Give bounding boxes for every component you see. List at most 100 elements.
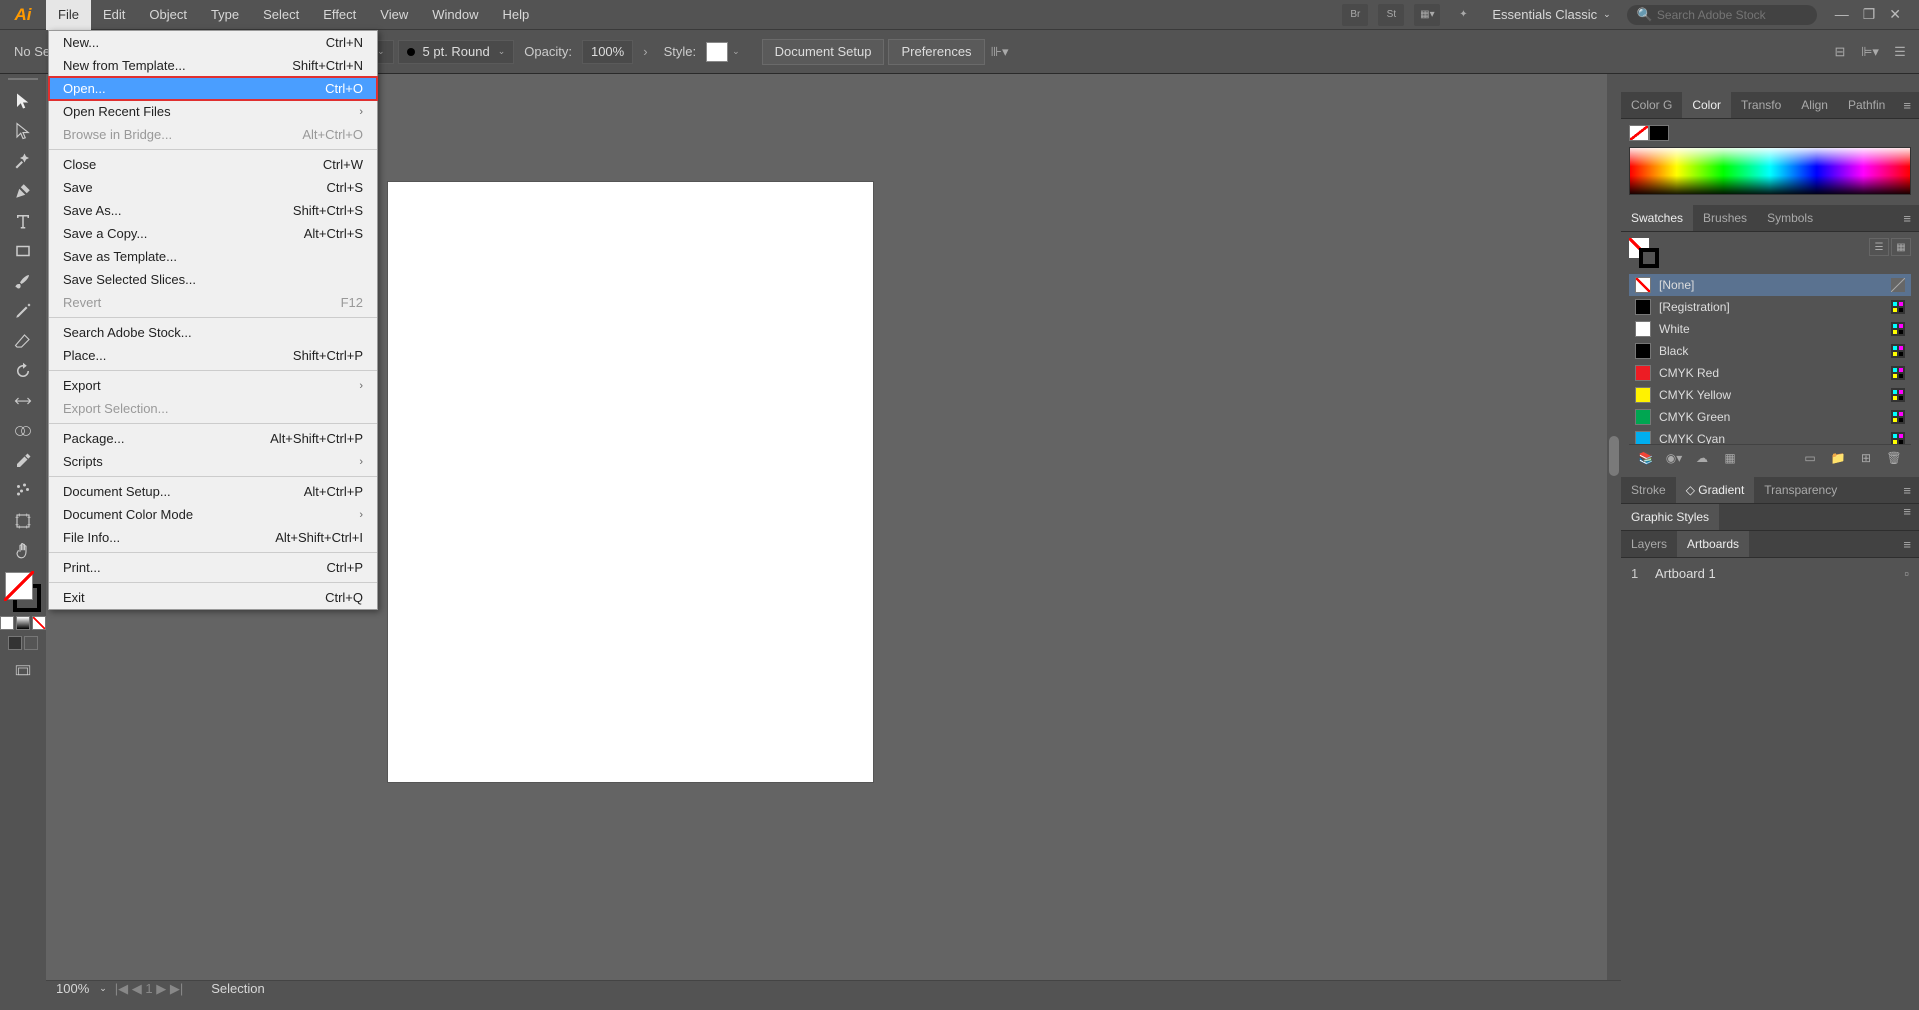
file-menu-open-[interactable]: Open...Ctrl+O xyxy=(49,77,377,100)
menu-select[interactable]: Select xyxy=(251,0,311,30)
vertical-scrollbar[interactable] xyxy=(1607,74,1621,980)
menu-view[interactable]: View xyxy=(368,0,420,30)
file-menu-save[interactable]: SaveCtrl+S xyxy=(49,176,377,199)
minimize-icon[interactable]: — xyxy=(1835,6,1849,23)
screen-mode-icon[interactable] xyxy=(8,636,22,650)
tab-transparency[interactable]: Transparency xyxy=(1754,477,1847,503)
file-menu-new-from-template-[interactable]: New from Template...Shift+Ctrl+N xyxy=(49,54,377,77)
stock-icon[interactable]: St xyxy=(1378,4,1404,26)
snap-icon[interactable]: ⊟ xyxy=(1829,42,1851,62)
swatch-cmyk-red[interactable]: CMYK Red xyxy=(1629,362,1911,384)
style-swatch[interactable] xyxy=(706,42,728,62)
list-view-icon[interactable]: ☰ xyxy=(1869,238,1889,256)
gradient-mode-icon[interactable] xyxy=(16,616,30,630)
change-screen-mode[interactable] xyxy=(5,656,41,686)
hand-tool[interactable] xyxy=(5,536,41,566)
gpu-icon[interactable]: ✦ xyxy=(1450,4,1476,26)
panel-menu-icon[interactable]: ≡ xyxy=(1895,211,1919,226)
file-menu-file-info-[interactable]: File Info...Alt+Shift+Ctrl+I xyxy=(49,526,377,549)
close-icon[interactable]: ✕ xyxy=(1889,6,1901,23)
panel-grip[interactable] xyxy=(8,78,38,82)
fill-color-box[interactable] xyxy=(5,572,33,600)
tab-artboards[interactable]: Artboards xyxy=(1677,531,1749,557)
swatch--none-[interactable]: [None] xyxy=(1629,274,1911,296)
menu-object[interactable]: Object xyxy=(137,0,199,30)
direct-selection-tool[interactable] xyxy=(5,116,41,146)
menu-effect[interactable]: Effect xyxy=(311,0,368,30)
file-menu-package-[interactable]: Package...Alt+Shift+Ctrl+P xyxy=(49,427,377,450)
panel-menu-icon[interactable]: ≡ xyxy=(1895,537,1919,552)
panel-menu-icon[interactable]: ≡ xyxy=(1895,483,1919,498)
color-spectrum[interactable] xyxy=(1629,147,1911,195)
bridge-icon[interactable]: Br xyxy=(1342,4,1368,26)
new-icon[interactable]: ⊞ xyxy=(1855,449,1877,467)
swatch-options-icon[interactable]: ☁ xyxy=(1691,449,1713,467)
tab-stroke[interactable]: Stroke xyxy=(1621,477,1676,503)
rectangle-tool[interactable] xyxy=(5,236,41,266)
opacity-expand-icon[interactable]: › xyxy=(637,44,653,59)
file-menu-open-recent-files[interactable]: Open Recent Files› xyxy=(49,100,377,123)
file-menu-search-adobe-stock-[interactable]: Search Adobe Stock... xyxy=(49,321,377,344)
file-menu-scripts[interactable]: Scripts› xyxy=(49,450,377,473)
file-menu-save-selected-slices-[interactable]: Save Selected Slices... xyxy=(49,268,377,291)
zoom-level[interactable]: 100% xyxy=(46,981,99,996)
magic-wand-tool[interactable] xyxy=(5,146,41,176)
chevron-down-icon[interactable]: ⌄ xyxy=(732,46,740,57)
swatch-cmyk-green[interactable]: CMYK Green xyxy=(1629,406,1911,428)
menu-edit[interactable]: Edit xyxy=(91,0,137,30)
artboard-row[interactable]: 1Artboard 1▫ xyxy=(1621,562,1919,585)
panel-menu-icon[interactable]: ≡ xyxy=(1895,504,1919,530)
swatch-cmyk-cyan[interactable]: CMYK Cyan xyxy=(1629,428,1911,444)
workspace-switcher[interactable]: Essentials Classic ⌄ xyxy=(1486,7,1616,22)
none-chip[interactable] xyxy=(1629,125,1649,141)
type-tool[interactable] xyxy=(5,206,41,236)
black-chip[interactable] xyxy=(1649,125,1669,141)
width-tool[interactable] xyxy=(5,386,41,416)
menu-file[interactable]: File xyxy=(46,0,91,30)
file-menu-export[interactable]: Export› xyxy=(49,374,377,397)
align-to-icon[interactable]: ⊪▾ xyxy=(989,42,1011,62)
swatch-black[interactable]: Black xyxy=(1629,340,1911,362)
paintbrush-tool[interactable] xyxy=(5,266,41,296)
file-menu-print-[interactable]: Print...Ctrl+P xyxy=(49,556,377,579)
swatch-kinds-icon[interactable]: ◉▾ xyxy=(1663,449,1685,467)
tab-layers[interactable]: Layers xyxy=(1621,531,1677,557)
file-menu-new-[interactable]: New...Ctrl+N xyxy=(49,31,377,54)
screen-mode-icon[interactable] xyxy=(24,636,38,650)
opacity-field[interactable]: 100% xyxy=(582,40,633,64)
artboard-tool[interactable] xyxy=(5,506,41,536)
horizontal-scrollbar[interactable]: 100% ⌄ |◀ ◀ 1 ▶ ▶| Selection xyxy=(46,980,1621,996)
rotate-tool[interactable] xyxy=(5,356,41,386)
tab-gradient[interactable]: ◇ Gradient xyxy=(1676,477,1755,503)
swatch-libraries-icon[interactable]: 📚 xyxy=(1635,449,1657,467)
file-menu-place-[interactable]: Place...Shift+Ctrl+P xyxy=(49,344,377,367)
new-swatch-icon[interactable]: ▭ xyxy=(1799,449,1821,467)
none-mode-icon[interactable] xyxy=(32,616,46,630)
tab-color-g[interactable]: Color G xyxy=(1621,92,1682,118)
swatch-fill-stroke[interactable] xyxy=(1629,238,1659,268)
arrange-docs-icon[interactable]: ▦▾ xyxy=(1414,4,1440,26)
pen-tool[interactable] xyxy=(5,176,41,206)
color-mode-icon[interactable] xyxy=(0,616,14,630)
panel-menu-icon[interactable]: ≡ xyxy=(1895,98,1919,113)
tab-color[interactable]: Color xyxy=(1682,92,1731,118)
shape-builder-tool[interactable] xyxy=(5,416,41,446)
folder-icon[interactable]: 📁 xyxy=(1827,449,1849,467)
file-menu-save-as-[interactable]: Save As...Shift+Ctrl+S xyxy=(49,199,377,222)
swatch-white[interactable]: White xyxy=(1629,318,1911,340)
file-menu-save-a-copy-[interactable]: Save a Copy...Alt+Ctrl+S xyxy=(49,222,377,245)
swatch-cmyk-yellow[interactable]: CMYK Yellow xyxy=(1629,384,1911,406)
file-menu-save-as-template-[interactable]: Save as Template... xyxy=(49,245,377,268)
tab-symbols[interactable]: Symbols xyxy=(1757,205,1823,231)
search-input[interactable] xyxy=(1657,8,1807,22)
menu-window[interactable]: Window xyxy=(420,0,490,30)
grid-view-icon[interactable]: ▦ xyxy=(1891,238,1911,256)
maximize-icon[interactable]: ❐ xyxy=(1863,6,1876,23)
tab-swatches[interactable]: Swatches xyxy=(1621,205,1693,231)
file-menu-close[interactable]: CloseCtrl+W xyxy=(49,153,377,176)
pencil-tool[interactable] xyxy=(5,296,41,326)
menu-icon[interactable]: ☰ xyxy=(1889,42,1911,62)
perspective-icon[interactable]: ⊫▾ xyxy=(1859,42,1881,62)
symbol-sprayer-tool[interactable] xyxy=(5,476,41,506)
tab-align[interactable]: Align xyxy=(1791,92,1838,118)
